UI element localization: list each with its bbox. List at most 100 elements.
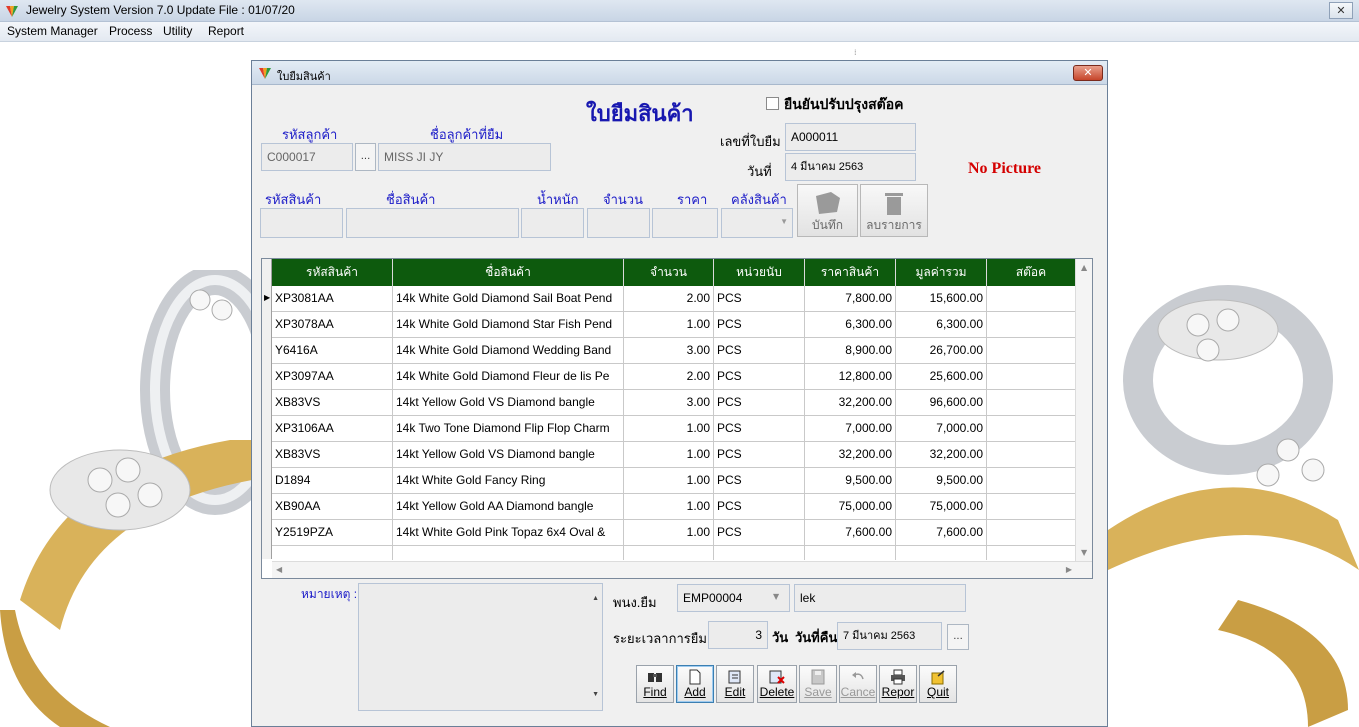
employee-name-field[interactable]: lek — [794, 584, 966, 612]
dialog-close-button[interactable]: ✕ — [1073, 65, 1103, 81]
cell-qty[interactable]: 3.00 — [624, 390, 714, 416]
col-header-item-name[interactable]: ชื่อสินค้า — [393, 259, 624, 286]
cell-item-code[interactable]: XB90AA — [272, 494, 393, 520]
col-header-item-code[interactable]: รหัสสินค้า — [272, 259, 393, 286]
cell-total[interactable]: 25,600.00 — [896, 364, 987, 390]
confirm-stock-checkbox[interactable] — [766, 97, 779, 110]
cell-price[interactable]: 7,600.00 — [805, 520, 896, 546]
item-save-button[interactable]: บันทึก — [797, 184, 858, 237]
cell-item-code[interactable]: XB83VS — [272, 442, 393, 468]
cell-qty[interactable]: 1.00 — [624, 442, 714, 468]
report-button[interactable]: Repor — [879, 665, 917, 703]
menu-report[interactable]: Report — [208, 24, 244, 38]
cell-item-code[interactable]: XP3097AA — [272, 364, 393, 390]
cancel-button[interactable]: Cance — [839, 665, 877, 703]
app-close-button[interactable]: ✕ — [1329, 2, 1353, 19]
cell-item-name[interactable]: 14kt Yellow Gold VS Diamond bangle — [393, 390, 624, 416]
item-warehouse-select[interactable]: ▼ — [721, 208, 793, 238]
splitter-grip[interactable]: ⁞ — [854, 48, 857, 57]
cell-item-name[interactable]: 14kt Yellow Gold AA Diamond bangle — [393, 494, 624, 520]
cell-item-code[interactable]: D1894 — [272, 468, 393, 494]
cell-stock[interactable] — [987, 416, 1076, 442]
item-weight-input[interactable] — [521, 208, 584, 238]
cell-total[interactable]: 32,200.00 — [896, 442, 987, 468]
cell-unit[interactable]: PCS — [714, 286, 805, 312]
items-grid[interactable]: ▶ รหัสสินค้า ชื่อสินค้า จำนวน หน่วยนับ ราคาส… — [261, 258, 1093, 579]
cell-stock[interactable] — [987, 520, 1076, 546]
scroll-down-icon[interactable]: ▼ — [1081, 548, 1087, 557]
cell-qty[interactable]: 1.00 — [624, 416, 714, 442]
scroll-left-icon[interactable]: ◀ — [276, 565, 282, 574]
duration-days-field[interactable]: 3 — [708, 621, 768, 649]
return-date-field[interactable]: 7 มีนาคม 2563 — [837, 622, 942, 650]
cell-stock[interactable] — [987, 364, 1076, 390]
item-code-input[interactable] — [260, 208, 343, 238]
cell-price[interactable]: 75,000.00 — [805, 494, 896, 520]
cell-price[interactable]: 8,900.00 — [805, 338, 896, 364]
menu-utility[interactable]: Utility — [163, 24, 192, 38]
cell-qty[interactable]: 1.00 — [624, 468, 714, 494]
cell-total[interactable]: 7,600.00 — [896, 520, 987, 546]
cell-price[interactable]: 7,800.00 — [805, 286, 896, 312]
cell-unit[interactable]: PCS — [714, 520, 805, 546]
col-header-price[interactable]: ราคาสินค้า — [805, 259, 896, 286]
cell-price[interactable]: 6,300.00 — [805, 312, 896, 338]
cell-item-name[interactable]: 14kt White Gold Pink Topaz 6x4 Oval & — [393, 520, 624, 546]
find-button[interactable]: Find — [636, 665, 674, 703]
cell-item-code[interactable]: XP3081AA — [272, 286, 393, 312]
cell-total[interactable]: 7,000.00 — [896, 416, 987, 442]
col-header-unit[interactable]: หน่วยนับ — [714, 259, 805, 286]
item-name-input[interactable] — [346, 208, 519, 238]
item-delete-button[interactable]: ลบรายการ — [860, 184, 928, 237]
cell-stock[interactable] — [987, 468, 1076, 494]
cell-price[interactable]: 7,000.00 — [805, 416, 896, 442]
cell-total[interactable]: 9,500.00 — [896, 468, 987, 494]
cell-price[interactable]: 32,200.00 — [805, 442, 896, 468]
chevron-down-icon[interactable]: ▼ — [773, 592, 779, 601]
cell-unit[interactable]: PCS — [714, 364, 805, 390]
cell-total[interactable]: 6,300.00 — [896, 312, 987, 338]
cell-item-name[interactable]: 14kt White Gold Fancy Ring — [393, 468, 624, 494]
cell-unit[interactable]: PCS — [714, 312, 805, 338]
cell-unit[interactable]: PCS — [714, 338, 805, 364]
cell-unit[interactable]: PCS — [714, 390, 805, 416]
item-qty-input[interactable] — [587, 208, 650, 238]
cell-qty[interactable]: 2.00 — [624, 286, 714, 312]
cell-unit[interactable]: PCS — [714, 442, 805, 468]
cell-qty[interactable]: 1.00 — [624, 312, 714, 338]
scroll-right-icon[interactable]: ▶ — [1066, 565, 1072, 574]
cell-item-code[interactable]: Y6416A — [272, 338, 393, 364]
remark-textarea[interactable]: ▲ ▼ — [358, 583, 603, 711]
cell-qty[interactable]: 1.00 — [624, 520, 714, 546]
col-header-total[interactable]: มูลค่ารวม — [896, 259, 987, 286]
cell-total[interactable]: 96,600.00 — [896, 390, 987, 416]
cell-total[interactable]: 75,000.00 — [896, 494, 987, 520]
cell-stock[interactable] — [987, 286, 1076, 312]
cell-stock[interactable] — [987, 338, 1076, 364]
add-button[interactable]: Add — [676, 665, 714, 703]
cell-item-code[interactable]: XB83VS — [272, 390, 393, 416]
grid-horizontal-scrollbar[interactable]: ◀ ▶ — [272, 561, 1092, 578]
save-button[interactable]: Save — [799, 665, 837, 703]
cell-price[interactable]: 9,500.00 — [805, 468, 896, 494]
cell-qty[interactable]: 2.00 — [624, 364, 714, 390]
item-price-input[interactable] — [652, 208, 718, 238]
cell-item-name[interactable]: 14k White Gold Diamond Wedding Band — [393, 338, 624, 364]
scroll-up-icon[interactable]: ▲ — [592, 586, 599, 612]
cell-unit[interactable]: PCS — [714, 416, 805, 442]
loan-no-field[interactable]: A000011 — [785, 123, 916, 151]
cell-stock[interactable] — [987, 312, 1076, 338]
menu-system-manager[interactable]: System Manager — [7, 24, 98, 38]
cell-item-name[interactable]: 14k White Gold Diamond Star Fish Pend — [393, 312, 624, 338]
cell-item-code[interactable]: XP3078AA — [272, 312, 393, 338]
scroll-up-icon[interactable]: ▲ — [1081, 263, 1087, 272]
cell-item-name[interactable]: 14k White Gold Diamond Fleur de lis Pe — [393, 364, 624, 390]
cell-unit[interactable]: PCS — [714, 468, 805, 494]
cell-stock[interactable] — [987, 494, 1076, 520]
cell-stock[interactable] — [987, 442, 1076, 468]
cell-total[interactable]: 15,600.00 — [896, 286, 987, 312]
customer-name-field[interactable]: MISS JI JY — [378, 143, 551, 171]
edit-button[interactable]: Edit — [716, 665, 754, 703]
cell-qty[interactable]: 1.00 — [624, 494, 714, 520]
scroll-down-icon[interactable]: ▼ — [592, 682, 599, 708]
